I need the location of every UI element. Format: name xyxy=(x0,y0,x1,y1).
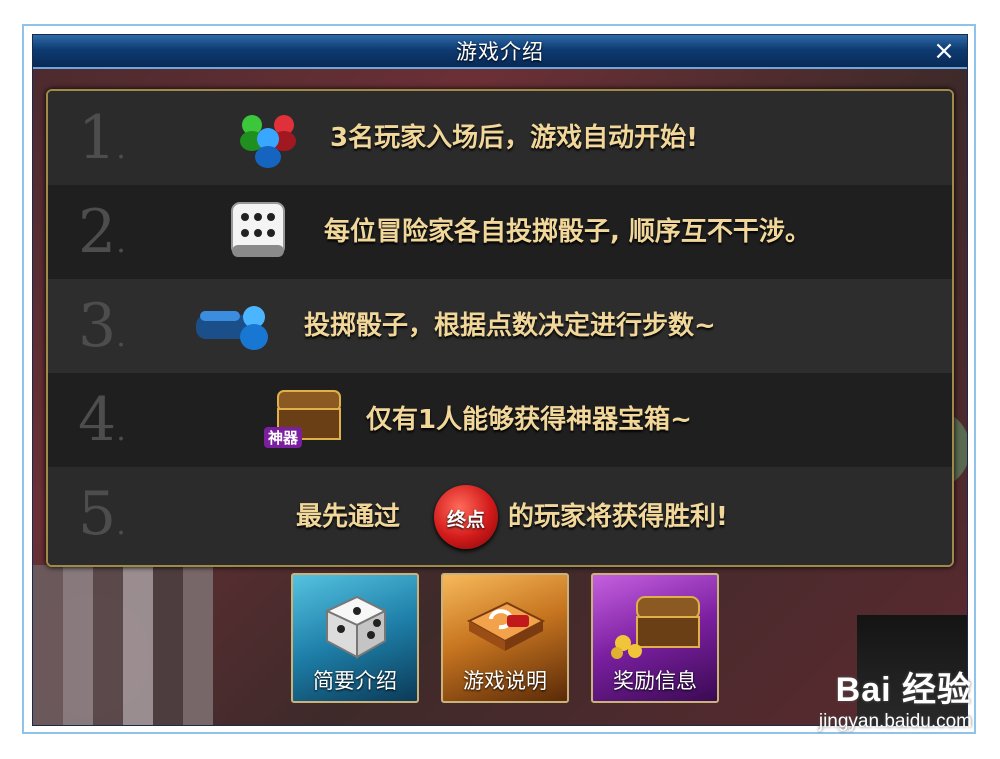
rule-row-5: 5. 最先通过 终点 的玩家将获得胜利! xyxy=(48,467,952,565)
rule-row-4: 4. 神器 仅有1人能够获得神器宝箱~ xyxy=(48,373,952,467)
arrow-board-icon xyxy=(466,601,546,651)
rule-text: 投掷骰子，根据点数决定进行步数~ xyxy=(304,311,716,341)
game-instructions-button[interactable]: 游戏说明 xyxy=(441,573,569,703)
artifact-badge: 神器 xyxy=(264,427,303,448)
button-label: 奖励信息 xyxy=(613,669,697,693)
rule-number: 4. xyxy=(78,385,126,455)
brief-intro-button[interactable]: 简要介绍 xyxy=(291,573,419,703)
title-bar[interactable]: 游戏介绍 × xyxy=(33,35,967,69)
window-title: 游戏介绍 xyxy=(456,40,544,64)
watermark-logo: Bai 经验 xyxy=(835,671,972,709)
rule-number: 1. xyxy=(78,103,126,173)
button-label: 游戏说明 xyxy=(463,669,547,693)
rule-row-1: 1. 3名玩家入场后，游戏自动开始! xyxy=(48,91,952,185)
rule-row-3: 3. 投掷骰子，根据点数决定进行步数~ xyxy=(48,279,952,373)
pawn-moving-icon xyxy=(196,306,268,350)
baidu-watermark: Bai 经验 jingyan.baidu.com xyxy=(819,662,972,733)
rule-text: 仅有1人能够获得神器宝箱~ xyxy=(366,405,692,435)
player-pawns-icon xyxy=(240,115,296,168)
rule-text-before: 最先通过 xyxy=(296,502,401,532)
rule-row-2: 2. 每位冒险家各自投掷骰子, 顺序互不干涉。 xyxy=(48,185,952,279)
close-button[interactable]: × xyxy=(931,38,957,64)
dice-icon xyxy=(231,202,285,257)
rule-number: 5. xyxy=(78,479,126,549)
finish-badge-label: 终点 xyxy=(446,509,485,531)
treasure-chest-icon xyxy=(611,596,700,659)
dice-icon xyxy=(324,595,388,659)
watermark-url: jingyan.baidu.com xyxy=(818,711,972,732)
finish-badge-icon: 终点 xyxy=(434,485,498,549)
game-intro-window: 游戏介绍 × 1. 3名玩家入场后，游戏自动开始! 2. 每位冒险家各自投掷骰子… xyxy=(32,34,968,726)
rule-text: 每位冒险家各自投掷骰子, 顺序互不干涉。 xyxy=(324,217,811,247)
rule-number: 3. xyxy=(78,291,126,361)
rule-text: 3名玩家入场后，游戏自动开始! xyxy=(330,123,698,153)
blurred-region xyxy=(33,565,213,725)
reward-info-button[interactable]: 奖励信息 xyxy=(591,573,719,703)
rule-text-after: 的玩家将获得胜利! xyxy=(508,502,728,532)
button-label: 简要介绍 xyxy=(313,669,397,693)
rules-panel: 1. 3名玩家入场后，游戏自动开始! 2. 每位冒险家各自投掷骰子, 顺序互不干… xyxy=(46,89,954,567)
rule-number: 2. xyxy=(78,197,126,267)
artifact-chest-icon: 神器 xyxy=(258,383,348,455)
